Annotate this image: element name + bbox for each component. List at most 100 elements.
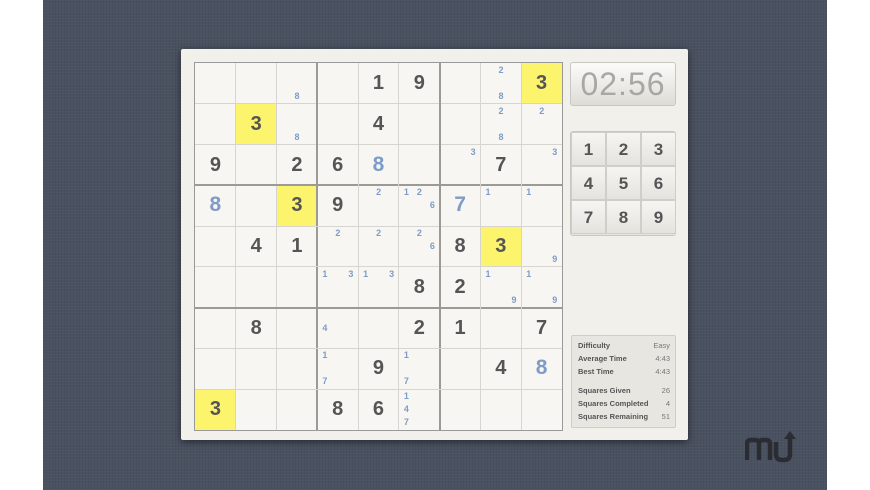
sudoku-cell[interactable]: 8 [277, 104, 318, 145]
sudoku-cell[interactable]: 2 [440, 267, 481, 308]
pencil-mark: 6 [429, 200, 435, 211]
sudoku-cell[interactable]: 3 [235, 103, 277, 145]
sudoku-cell[interactable]: 17 [399, 348, 440, 389]
sudoku-cell[interactable]: 8 [521, 348, 562, 389]
numpad-key-3[interactable]: 3 [641, 132, 676, 166]
pencil-mark: 1 [403, 350, 409, 361]
sudoku-cell[interactable]: 8 [399, 267, 440, 308]
pencil-mark: 2 [416, 228, 422, 239]
sudoku-cell[interactable]: 1 [440, 308, 481, 349]
pencil-mark: 3 [552, 146, 558, 157]
stat-label: Average Time [578, 354, 627, 363]
sudoku-cell[interactable]: 3 [440, 145, 481, 186]
sudoku-cell[interactable]: 1 4 7 [399, 389, 440, 430]
given-digit: 6 [332, 153, 344, 176]
given-digit: 3 [536, 72, 548, 94]
sudoku-cell[interactable]: 8 [317, 389, 358, 430]
stat-value: 4 [665, 399, 670, 408]
pencil-mark: 1 [322, 268, 328, 279]
stat-row: Squares Given 26 [578, 386, 670, 396]
sudoku-cell[interactable]: 13 [317, 267, 358, 308]
numpad-key-6[interactable]: 6 [641, 166, 676, 200]
grid-line [398, 63, 400, 430]
given-digit: 3 [250, 112, 262, 135]
sudoku-cell[interactable]: 1 [358, 63, 399, 104]
numpad-key-7[interactable]: 7 [571, 200, 606, 234]
sudoku-cell[interactable]: 2 [358, 226, 399, 267]
sudoku-cell[interactable]: 1 [521, 185, 562, 226]
sudoku-cell[interactable]: 3 [195, 389, 236, 430]
sudoku-cell[interactable]: 17 [317, 348, 358, 389]
given-digit: 3 [209, 398, 221, 421]
pencil-mark: 1 [485, 187, 491, 198]
sudoku-cell[interactable]: 2 [358, 185, 399, 226]
sudoku-cell[interactable]: 7 [521, 308, 562, 349]
given-digit: 8 [413, 275, 425, 298]
sudoku-cell[interactable]: 28 [480, 63, 521, 104]
sudoku-cell[interactable]: 2 [277, 145, 318, 186]
sudoku-cell[interactable]: 2 [521, 104, 562, 145]
sudoku-cell[interactable]: 9 [521, 226, 562, 267]
sudoku-cell[interactable]: 3 [276, 185, 318, 227]
grid-line [357, 63, 359, 430]
sudoku-cell[interactable]: 3 [521, 63, 562, 104]
sudoku-cell[interactable]: 9 [399, 63, 440, 104]
numpad-key-2[interactable]: 2 [606, 132, 641, 166]
sudoku-cell[interactable]: 9 [317, 185, 358, 226]
pencil-mark: 9 [552, 254, 558, 265]
numpad-key-9[interactable]: 9 [641, 200, 676, 234]
pencil-mark: 2 [498, 105, 504, 116]
sudoku-cell[interactable]: 8 [195, 185, 236, 226]
sudoku-cell[interactable]: 1 [480, 185, 521, 226]
grid-line [195, 266, 562, 268]
given-digit: 4 [250, 235, 262, 258]
sudoku-cell[interactable]: 28 [480, 104, 521, 145]
sudoku-cell[interactable]: 8 [440, 226, 481, 267]
stat-value: 26 [661, 386, 670, 395]
sudoku-cell[interactable]: 19 [521, 267, 562, 308]
pencil-mark: 7 [403, 417, 409, 428]
sudoku-cell[interactable]: 2 [317, 226, 358, 267]
sudoku-cell[interactable]: 13 [358, 267, 399, 308]
numpad-key-8[interactable]: 8 [606, 200, 641, 234]
given-digit: 4 [372, 112, 385, 135]
pencil-mark: 6 [429, 241, 435, 252]
sudoku-cell[interactable]: 9 [358, 348, 399, 389]
grid-line [316, 63, 319, 430]
sudoku-cell[interactable]: 8 [236, 308, 277, 349]
pencil-mark: 8 [498, 131, 504, 142]
sudoku-cell[interactable]: 3 [480, 226, 522, 267]
numpad-key-4[interactable]: 4 [571, 166, 606, 200]
given-digit: 2 [413, 316, 425, 339]
sudoku-cell[interactable]: 2 [399, 308, 440, 349]
sudoku-cell[interactable]: 26 [399, 226, 440, 267]
sudoku-cell[interactable]: 6 [317, 145, 358, 186]
stat-label: Best Time [578, 367, 614, 376]
sudoku-cell[interactable]: 4 [236, 226, 277, 267]
grid-line [479, 63, 481, 430]
sudoku-window: 8192833842829268373839212671141222683913… [181, 49, 688, 440]
stat-row: Squares Completed 4 [578, 399, 670, 409]
sudoku-cell[interactable]: 6 [358, 389, 399, 430]
sudoku-cell[interactable]: 8 [277, 63, 318, 104]
sudoku-cell[interactable]: 7 [440, 185, 481, 226]
numpad-key-5[interactable]: 5 [606, 166, 641, 200]
given-digit: 9 [413, 72, 425, 94]
pencil-mark: 8 [498, 91, 504, 101]
sudoku-cell[interactable]: 7 [480, 145, 521, 186]
given-digit: 9 [372, 357, 385, 380]
sudoku-cell[interactable]: 1 [277, 226, 318, 267]
numpad-key-1[interactable]: 1 [571, 132, 606, 166]
grid-line [438, 63, 441, 430]
sudoku-cell[interactable]: 4 [358, 104, 399, 145]
stat-label: Squares Given [578, 386, 631, 395]
sudoku-cell[interactable]: 3 [521, 145, 562, 186]
sudoku-cell[interactable]: 4 [480, 348, 521, 389]
sudoku-cell[interactable]: 9 [195, 145, 236, 186]
given-digit: 2 [291, 153, 303, 176]
sudoku-cell[interactable]: 19 [480, 267, 521, 308]
stat-value: 4:43 [655, 367, 670, 376]
sudoku-cell[interactable]: 4 [317, 308, 358, 349]
sudoku-cell[interactable]: 8 [358, 145, 399, 186]
sudoku-cell[interactable]: 126 [399, 185, 440, 226]
